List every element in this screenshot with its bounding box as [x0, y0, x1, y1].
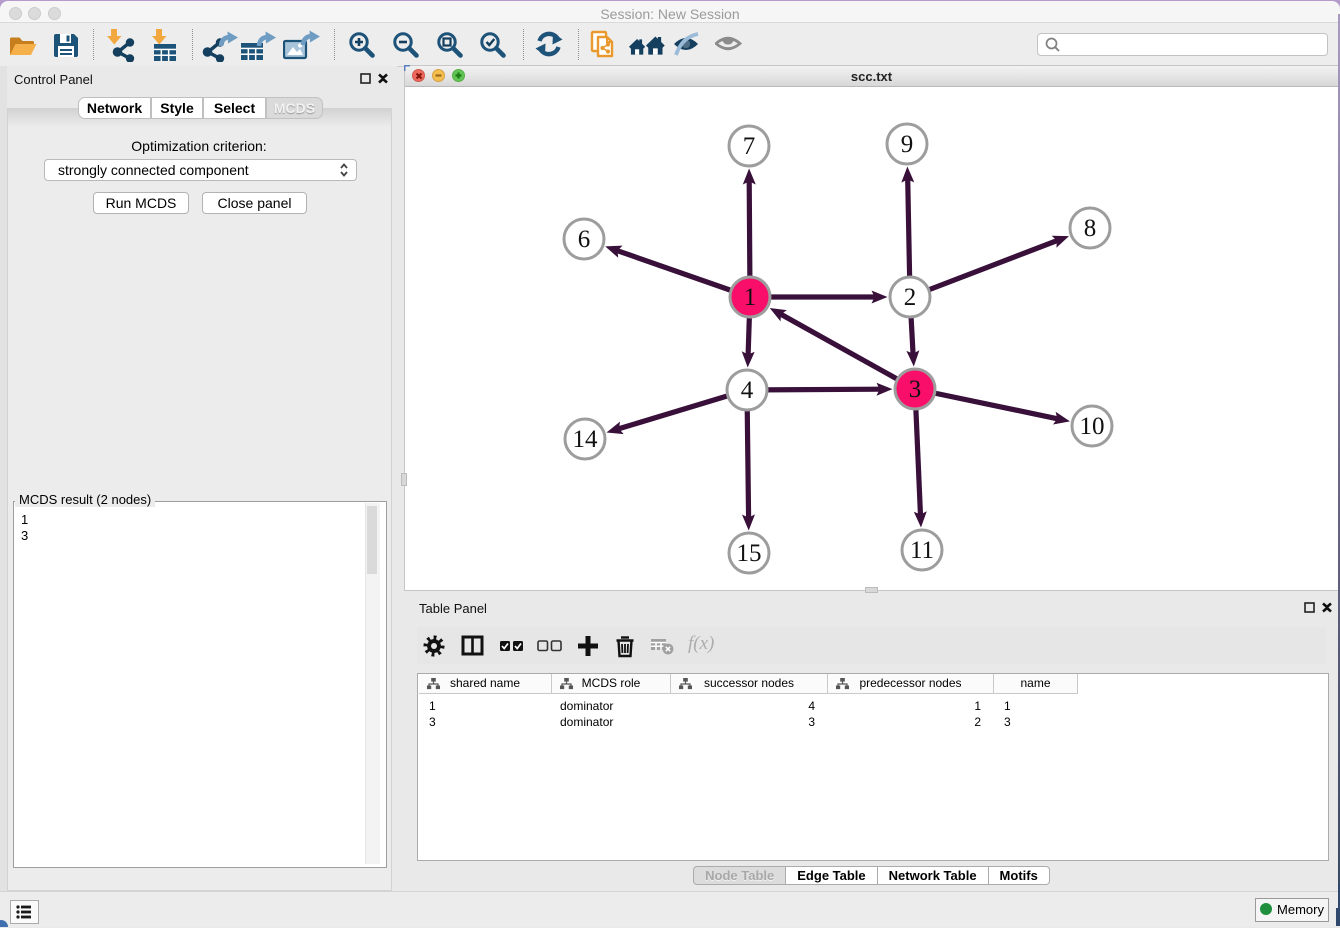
- svg-text:1: 1: [744, 284, 757, 311]
- svg-text:7: 7: [743, 133, 756, 160]
- svg-text:14: 14: [573, 426, 599, 453]
- svg-text:8: 8: [1084, 215, 1097, 242]
- svg-text:6: 6: [578, 226, 591, 253]
- svg-text:10: 10: [1080, 413, 1105, 440]
- svg-text:11: 11: [910, 537, 934, 564]
- svg-text:3: 3: [909, 376, 922, 403]
- svg-text:2: 2: [904, 284, 917, 311]
- svg-text:15: 15: [737, 540, 762, 567]
- svg-text:9: 9: [901, 131, 914, 158]
- svg-text:4: 4: [741, 377, 754, 404]
